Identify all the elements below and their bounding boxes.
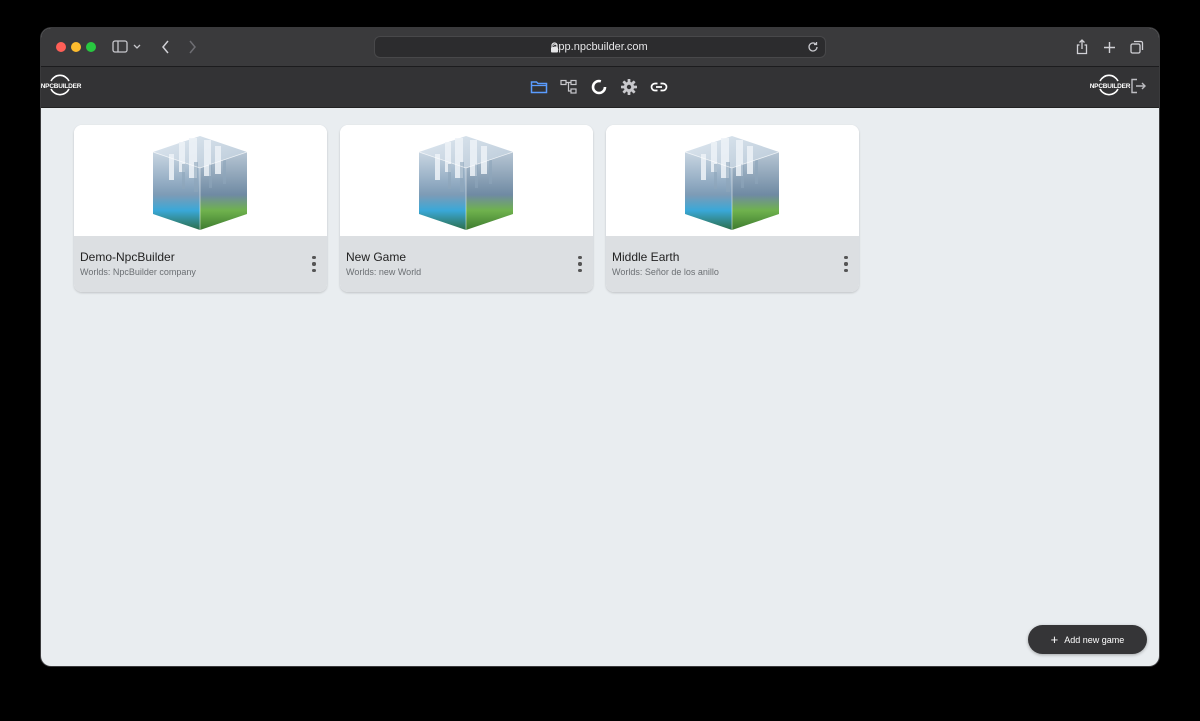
- nav-analytics[interactable]: [589, 77, 609, 97]
- nav-hierarchy[interactable]: [559, 77, 579, 97]
- game-card-info: Middle Earth Worlds: Señor de los anillo: [606, 236, 859, 292]
- plus-icon: [1103, 41, 1115, 53]
- card-menu-button[interactable]: [311, 256, 317, 272]
- logo-text: NPCBUILDER: [41, 82, 82, 90]
- game-title: Demo-NpcBuilder: [80, 250, 175, 264]
- card-menu-button[interactable]: [843, 256, 849, 272]
- new-tab-button[interactable]: [1101, 39, 1117, 55]
- nav-integrations[interactable]: [649, 77, 669, 97]
- game-worlds: Worlds: new World: [346, 267, 422, 277]
- user-avatar[interactable]: NPCBUILDER: [1090, 73, 1131, 99]
- main-nav: [529, 77, 669, 97]
- more-vert-icon: [578, 256, 582, 260]
- logout-button[interactable]: [1129, 77, 1147, 95]
- game-card[interactable]: Middle Earth Worlds: Señor de los anillo: [606, 125, 859, 292]
- more-vert-icon: [844, 256, 848, 260]
- more-vert-icon: [312, 256, 316, 260]
- game-card-info: New Game Worlds: new World: [340, 236, 593, 292]
- tree-icon: [560, 79, 577, 94]
- share-button[interactable]: [1074, 39, 1090, 55]
- sidebar-icon: [112, 40, 141, 53]
- close-window-button[interactable]: [56, 42, 66, 52]
- game-worlds: Worlds: Señor de los anillo: [612, 267, 719, 277]
- folder-icon: [530, 81, 548, 94]
- nav-projects[interactable]: [529, 77, 549, 97]
- sidebar-toggle-button[interactable]: [112, 39, 142, 55]
- link-icon: [650, 82, 668, 92]
- game-thumbnail: [74, 125, 327, 236]
- game-worlds: Worlds: NpcBuilder company: [80, 267, 196, 277]
- game-title: Middle Earth: [612, 250, 680, 264]
- game-card[interactable]: New Game Worlds: new World: [340, 125, 593, 292]
- browser-toolbar: app.npcbuilder.com: [41, 28, 1159, 67]
- reload-icon[interactable]: [807, 41, 819, 53]
- donut-icon: [591, 79, 607, 95]
- share-icon: [1076, 39, 1088, 55]
- address-bar[interactable]: app.npcbuilder.com: [374, 36, 826, 58]
- app-logo[interactable]: NPCBUILDER: [41, 73, 82, 99]
- world-cube-image: [152, 136, 248, 230]
- games-grid: Demo-NpcBuilder Worlds: NpcBuilder compa…: [41, 108, 1159, 666]
- plus-icon: +: [1050, 632, 1059, 647]
- minimize-window-button[interactable]: [71, 42, 81, 52]
- game-card-info: Demo-NpcBuilder Worlds: NpcBuilder compa…: [74, 236, 327, 292]
- world-cube-image: [418, 136, 514, 230]
- add-new-game-button[interactable]: + Add new game: [1028, 625, 1147, 654]
- forward-button[interactable]: [184, 39, 200, 55]
- add-new-game-label: Add new game: [1064, 634, 1125, 645]
- chevron-right-icon: [189, 40, 196, 54]
- avatar-logo-text: NPCBUILDER: [1089, 82, 1131, 90]
- world-cube-image: [684, 136, 780, 230]
- back-button[interactable]: [158, 39, 174, 55]
- game-card[interactable]: Demo-NpcBuilder Worlds: NpcBuilder compa…: [74, 125, 327, 292]
- nav-settings[interactable]: [619, 77, 639, 97]
- browser-window: app.npcbuilder.com NPCBUILDER NPCBUILDER…: [41, 28, 1159, 666]
- url-text: app.npcbuilder.com: [552, 41, 648, 53]
- logout-icon: [1131, 78, 1146, 94]
- app-header: NPCBUILDER NPCBUILDER: [41, 67, 1159, 108]
- game-title: New Game: [346, 250, 407, 264]
- gear-icon: [621, 79, 637, 95]
- zoom-window-button[interactable]: [86, 42, 96, 52]
- tabs-icon: [1130, 40, 1144, 54]
- tab-overview-button[interactable]: [1129, 39, 1145, 55]
- game-thumbnail: [606, 125, 859, 236]
- chevron-left-icon: [162, 40, 169, 54]
- game-thumbnail: [340, 125, 593, 236]
- card-menu-button[interactable]: [577, 256, 583, 272]
